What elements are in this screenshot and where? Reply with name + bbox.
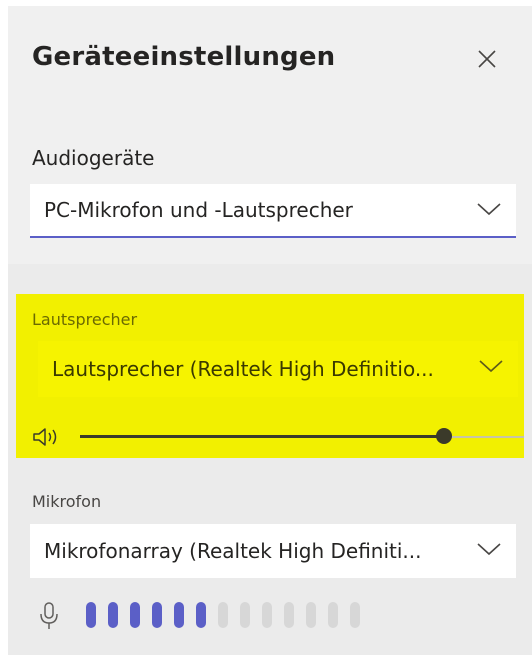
microphone-dropdown[interactable]: Mikrofonarray (Realtek High Definiti... (30, 524, 516, 578)
audio-devices-label: Audiogeräte (32, 146, 155, 170)
speaker-dropdown[interactable]: Lautsprecher (Realtek High Definitio... (38, 341, 518, 397)
speaker-value: Lautsprecher (Realtek High Definitio... (52, 357, 434, 381)
volume-slider-thumb[interactable] (436, 428, 453, 444)
speaker-label: Lautsprecher (32, 310, 138, 329)
chevron-down-icon (477, 543, 501, 556)
speaker-volume-icon (33, 428, 57, 446)
mic-level-bar (240, 602, 250, 628)
mic-level-bar (284, 602, 294, 628)
dialog-title: Geräteeinstellungen (32, 42, 336, 72)
close-icon[interactable] (474, 46, 500, 72)
mic-level-bar (350, 602, 360, 628)
microphone-value: Mikrofonarray (Realtek High Definiti... (44, 539, 422, 563)
microphone-label: Mikrofon (32, 492, 102, 511)
mic-level-bar (174, 602, 184, 628)
mic-level-bar (86, 602, 96, 628)
chevron-down-icon (479, 360, 503, 373)
mic-level-bar (218, 602, 228, 628)
mic-level-bar (130, 602, 140, 628)
device-settings-panel: Geräteeinstellungen Audiogeräte PC-Mikro… (8, 6, 532, 655)
mic-level-bar (328, 602, 338, 628)
mic-level-bar (196, 602, 206, 628)
microphone-level-meter (86, 602, 360, 628)
mic-level-bar (152, 602, 162, 628)
microphone-icon (40, 602, 58, 629)
mic-level-bar (262, 602, 272, 628)
mic-level-bar (306, 602, 316, 628)
volume-slider-fill (80, 435, 445, 438)
chevron-down-icon (477, 203, 501, 216)
audio-device-value: PC-Mikrofon und -Lautsprecher (44, 198, 353, 222)
mic-level-bar (108, 602, 118, 628)
audio-device-dropdown[interactable]: PC-Mikrofon und -Lautsprecher (30, 184, 516, 238)
